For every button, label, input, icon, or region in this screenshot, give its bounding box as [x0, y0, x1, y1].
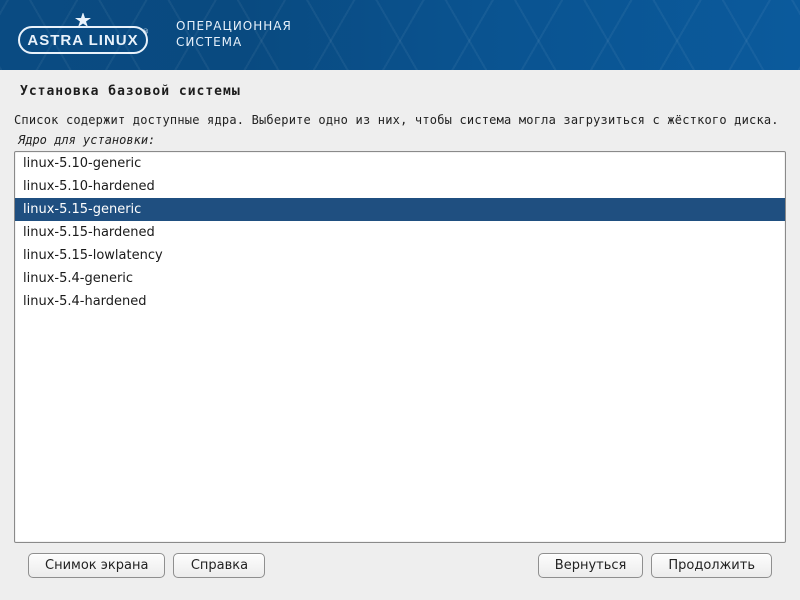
brand-block: ASTRA LINUX ® ОПЕРАЦИОННАЯ СИСТЕМА: [10, 9, 292, 61]
continue-button[interactable]: Продолжить: [651, 553, 772, 578]
kernel-prompt: Ядро для установки:: [18, 133, 786, 147]
installer-header: ASTRA LINUX ® ОПЕРАЦИОННАЯ СИСТЕМА: [0, 0, 800, 70]
svg-text:ASTRA LINUX: ASTRA LINUX: [27, 32, 138, 49]
kernel-option[interactable]: linux-5.4-generic: [15, 267, 785, 290]
back-button[interactable]: Вернуться: [538, 553, 644, 578]
footer-button-bar: Снимок экрана Справка Вернуться Продолжи…: [14, 553, 786, 590]
kernel-option[interactable]: linux-5.10-hardened: [15, 175, 785, 198]
kernel-option[interactable]: linux-5.15-hardened: [15, 221, 785, 244]
kernel-option[interactable]: linux-5.15-generic: [15, 198, 785, 221]
installer-page: Установка базовой системы Список содержи…: [0, 70, 800, 600]
screenshot-button[interactable]: Снимок экрана: [28, 553, 165, 578]
header-subtitle-line2: СИСТЕМА: [176, 35, 292, 51]
help-button[interactable]: Справка: [173, 553, 265, 578]
svg-text:®: ®: [142, 28, 148, 36]
section-title: Установка базовой системы: [14, 84, 786, 99]
kernel-listbox[interactable]: linux-5.10-genericlinux-5.10-hardenedlin…: [14, 151, 786, 543]
kernel-option[interactable]: linux-5.10-generic: [15, 152, 785, 175]
kernel-option[interactable]: linux-5.4-hardened: [15, 290, 785, 313]
astra-linux-logo: ASTRA LINUX ®: [10, 9, 156, 61]
page-description: Список содержит доступные ядра. Выберите…: [14, 113, 786, 127]
header-subtitle-line1: ОПЕРАЦИОННАЯ: [176, 19, 292, 35]
header-subtitle: ОПЕРАЦИОННАЯ СИСТЕМА: [176, 19, 292, 50]
kernel-option[interactable]: linux-5.15-lowlatency: [15, 244, 785, 267]
